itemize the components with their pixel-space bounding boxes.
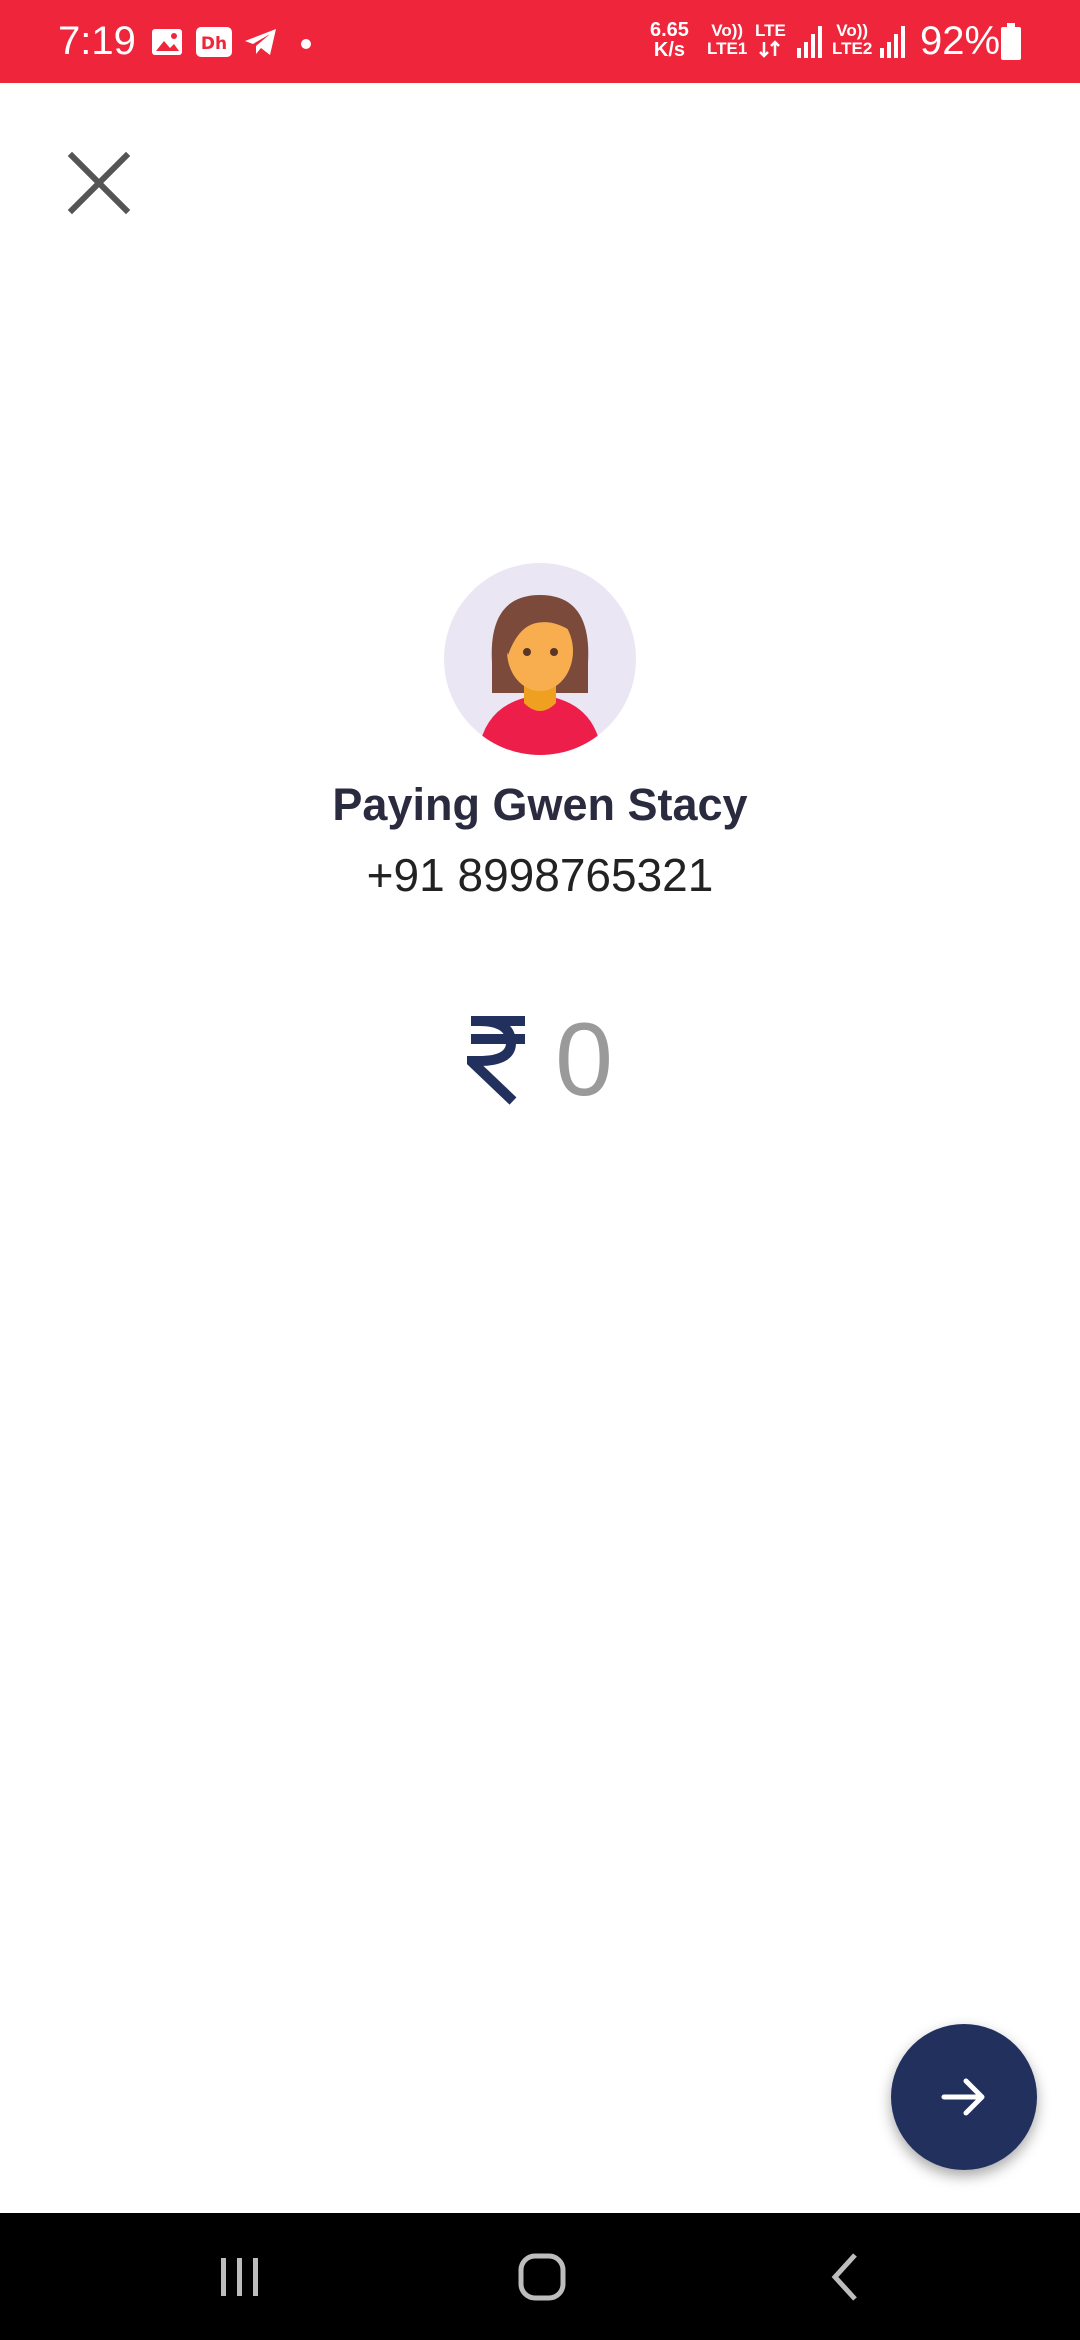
signal-icon: [797, 26, 822, 58]
close-icon: [67, 151, 131, 215]
speed-unit: K/s: [653, 39, 686, 61]
dh-app-icon: Dh: [196, 27, 232, 57]
battery-percent: 92%: [920, 19, 1001, 63]
next-button[interactable]: [891, 2024, 1037, 2170]
lte-label: LTE: [755, 22, 786, 62]
telegram-icon: [245, 29, 276, 55]
sim2-label: Vo)) LTE2: [832, 22, 872, 58]
battery-icon: [1001, 23, 1021, 60]
sim1-volte: Vo)): [711, 21, 744, 40]
signal-icon: [880, 26, 905, 58]
sim2-volte: Vo)): [836, 21, 869, 40]
avatar-woman-icon: [478, 595, 602, 755]
back-button[interactable]: [810, 2213, 880, 2340]
arrow-right-icon: [941, 2078, 985, 2116]
status-time: 7:19: [58, 19, 136, 63]
close-button[interactable]: [66, 150, 132, 216]
network-speed: 6.65 K/s: [650, 20, 689, 60]
avatar: [444, 563, 636, 755]
speed-value: 6.65: [650, 19, 689, 41]
dot-icon: [301, 39, 311, 49]
payee-name: Paying Gwen Stacy: [332, 779, 748, 830]
home-button[interactable]: [500, 2213, 584, 2340]
svg-text:Dh: Dh: [201, 34, 227, 54]
sim2-lte: LTE2: [832, 39, 873, 58]
gallery-icon: [152, 29, 182, 55]
arrows-icon: [759, 40, 781, 58]
amount-input[interactable]: 0: [0, 1000, 1080, 1120]
sim1-lte: LTE1: [707, 39, 748, 58]
home-icon: [518, 2253, 566, 2300]
recents-icon: [221, 2257, 258, 2296]
lte-text: LTE: [755, 21, 786, 40]
payee-phone: +91 8998765321: [366, 849, 714, 901]
rupee-icon: [467, 1016, 526, 1105]
amount-value: 0: [555, 1002, 613, 1118]
status-bar: 7:19 Dh 6.65 K/s Vo)) LTE1 LTE Vo)) LTE2…: [0, 0, 1080, 83]
sim1-label: Vo)) LTE1: [707, 22, 747, 58]
navigation-bar: [0, 2213, 1080, 2340]
recents-button[interactable]: [200, 2213, 280, 2340]
back-icon: [831, 2252, 857, 2301]
